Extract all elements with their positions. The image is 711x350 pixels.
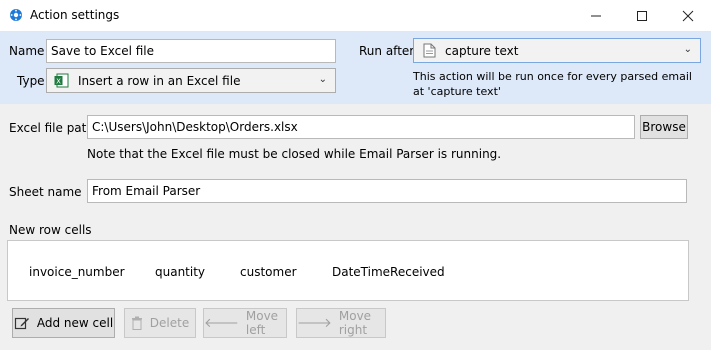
- minimize-icon: [591, 15, 601, 16]
- run-after-dropdown[interactable]: capture text ⌄: [413, 38, 701, 63]
- svg-text:X: X: [56, 78, 61, 86]
- excel-icon: X: [54, 73, 69, 88]
- title-bar: Action settings: [0, 0, 711, 32]
- minimize-button[interactable]: [573, 0, 619, 31]
- run-after-label: Run after: [359, 44, 415, 58]
- move-right-button[interactable]: 🡒 Move right: [296, 308, 386, 338]
- new-row-cells-label: New row cells: [9, 223, 92, 237]
- trash-icon: [131, 316, 142, 330]
- delete-button[interactable]: Delete: [124, 308, 196, 338]
- add-new-cell-label: Add new cell: [36, 316, 114, 330]
- move-left-label: Move left: [245, 309, 279, 337]
- add-new-cell-button[interactable]: Add new cell: [12, 308, 115, 338]
- sheet-name-label: Sheet name: [9, 185, 82, 199]
- type-dropdown-value: Insert a row in an Excel file: [78, 74, 241, 88]
- excel-path-label: Excel file path: [9, 121, 94, 135]
- run-after-value: capture text: [445, 44, 519, 58]
- cell-item[interactable]: DateTimeReceived: [332, 265, 445, 279]
- window-title: Action settings: [30, 8, 120, 22]
- maximize-icon: [637, 10, 647, 21]
- type-dropdown[interactable]: X Insert a row in an Excel file ⌄: [46, 68, 336, 93]
- name-label: Name: [9, 44, 45, 58]
- gear-icon: [10, 9, 22, 21]
- edit-icon: [14, 317, 29, 330]
- chevron-down-icon: ⌄: [683, 44, 692, 55]
- type-label: Type: [17, 74, 45, 88]
- cells-list: invoice_number quantity customer DateTim…: [7, 240, 689, 301]
- browse-button[interactable]: Browse: [640, 115, 688, 139]
- delete-label: Delete: [149, 316, 190, 330]
- arrow-right-icon: 🡒: [297, 316, 332, 331]
- cell-item[interactable]: invoice_number: [29, 265, 125, 279]
- cell-item[interactable]: quantity: [155, 265, 205, 279]
- document-icon: [423, 43, 436, 58]
- run-after-note: This action will be run once for every p…: [413, 70, 692, 98]
- sheet-name-field[interactable]: From Email Parser: [87, 179, 687, 203]
- arrow-left-icon: 🡐: [204, 316, 239, 331]
- cell-item[interactable]: customer: [240, 265, 297, 279]
- move-left-button[interactable]: 🡐 Move left: [203, 308, 287, 338]
- close-button[interactable]: [665, 0, 711, 31]
- chevron-down-icon: ⌄: [318, 74, 327, 85]
- name-field[interactable]: Save to Excel file: [46, 39, 336, 63]
- move-right-label: Move right: [338, 309, 372, 337]
- excel-path-field[interactable]: C:\Users\John\Desktop\Orders.xlsx: [87, 115, 635, 139]
- maximize-button[interactable]: [619, 0, 665, 31]
- close-icon: [682, 10, 694, 21]
- excel-closed-note: Note that the Excel file must be closed …: [87, 147, 502, 161]
